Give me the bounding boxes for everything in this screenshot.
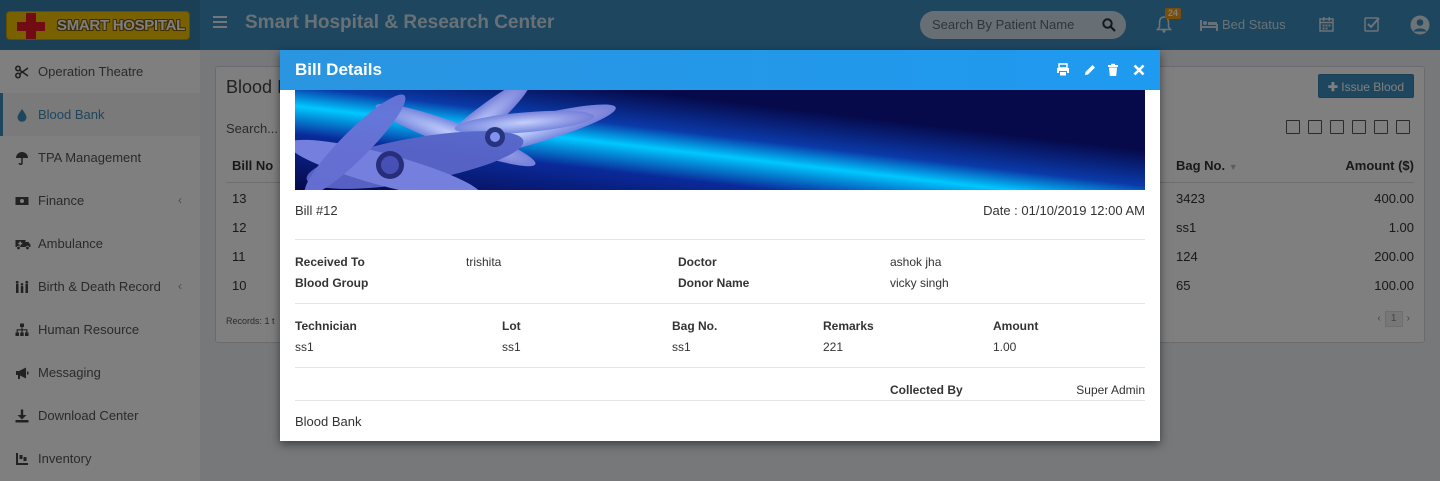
technician-label: Technician xyxy=(295,319,357,333)
bag-no-label: Bag No. xyxy=(672,319,718,333)
lot-label: Lot xyxy=(502,319,521,333)
divider xyxy=(295,367,1145,368)
trash-icon[interactable] xyxy=(1106,63,1120,77)
technician-value: ss1 xyxy=(295,340,314,354)
donor-name-value: vicky singh xyxy=(890,276,949,290)
divider xyxy=(295,303,1145,304)
bill-number: Bill #12 xyxy=(295,203,338,218)
blood-group-label: Blood Group xyxy=(295,276,369,290)
divider xyxy=(295,400,1145,401)
amount-label: Amount xyxy=(993,319,1039,333)
edit-icon[interactable] xyxy=(1083,63,1097,77)
doctor-label: Doctor xyxy=(678,255,717,269)
donor-name-label: Donor Name xyxy=(678,276,750,290)
received-to-value: trishita xyxy=(466,255,502,269)
collected-by-value: Super Admin xyxy=(1076,383,1145,397)
bill-details-modal: Bill Details Bill #12 Date: 01/10/2019 … xyxy=(280,50,1160,441)
close-icon[interactable] xyxy=(1132,63,1146,77)
modal-header: Bill Details xyxy=(280,50,1160,90)
remarks-value: 221 xyxy=(823,340,844,354)
amount-value: 1.00 xyxy=(993,340,1017,354)
divider xyxy=(295,239,1145,240)
modal-title: Bill Details xyxy=(295,60,382,79)
print-icon[interactable] xyxy=(1056,63,1070,77)
collected-by-label: Collected By xyxy=(890,383,963,397)
bill-header-banner xyxy=(295,90,1145,190)
received-to-label: Received To xyxy=(295,255,365,269)
bag-no-value: ss1 xyxy=(672,340,691,354)
doctor-value: ashok jha xyxy=(890,255,942,269)
lot-value: ss1 xyxy=(502,340,521,354)
bill-date: Date : 01/10/2019 12:00 AM xyxy=(983,203,1145,218)
remarks-label: Remarks xyxy=(823,319,874,333)
bill-footer: Blood Bank xyxy=(295,414,362,429)
